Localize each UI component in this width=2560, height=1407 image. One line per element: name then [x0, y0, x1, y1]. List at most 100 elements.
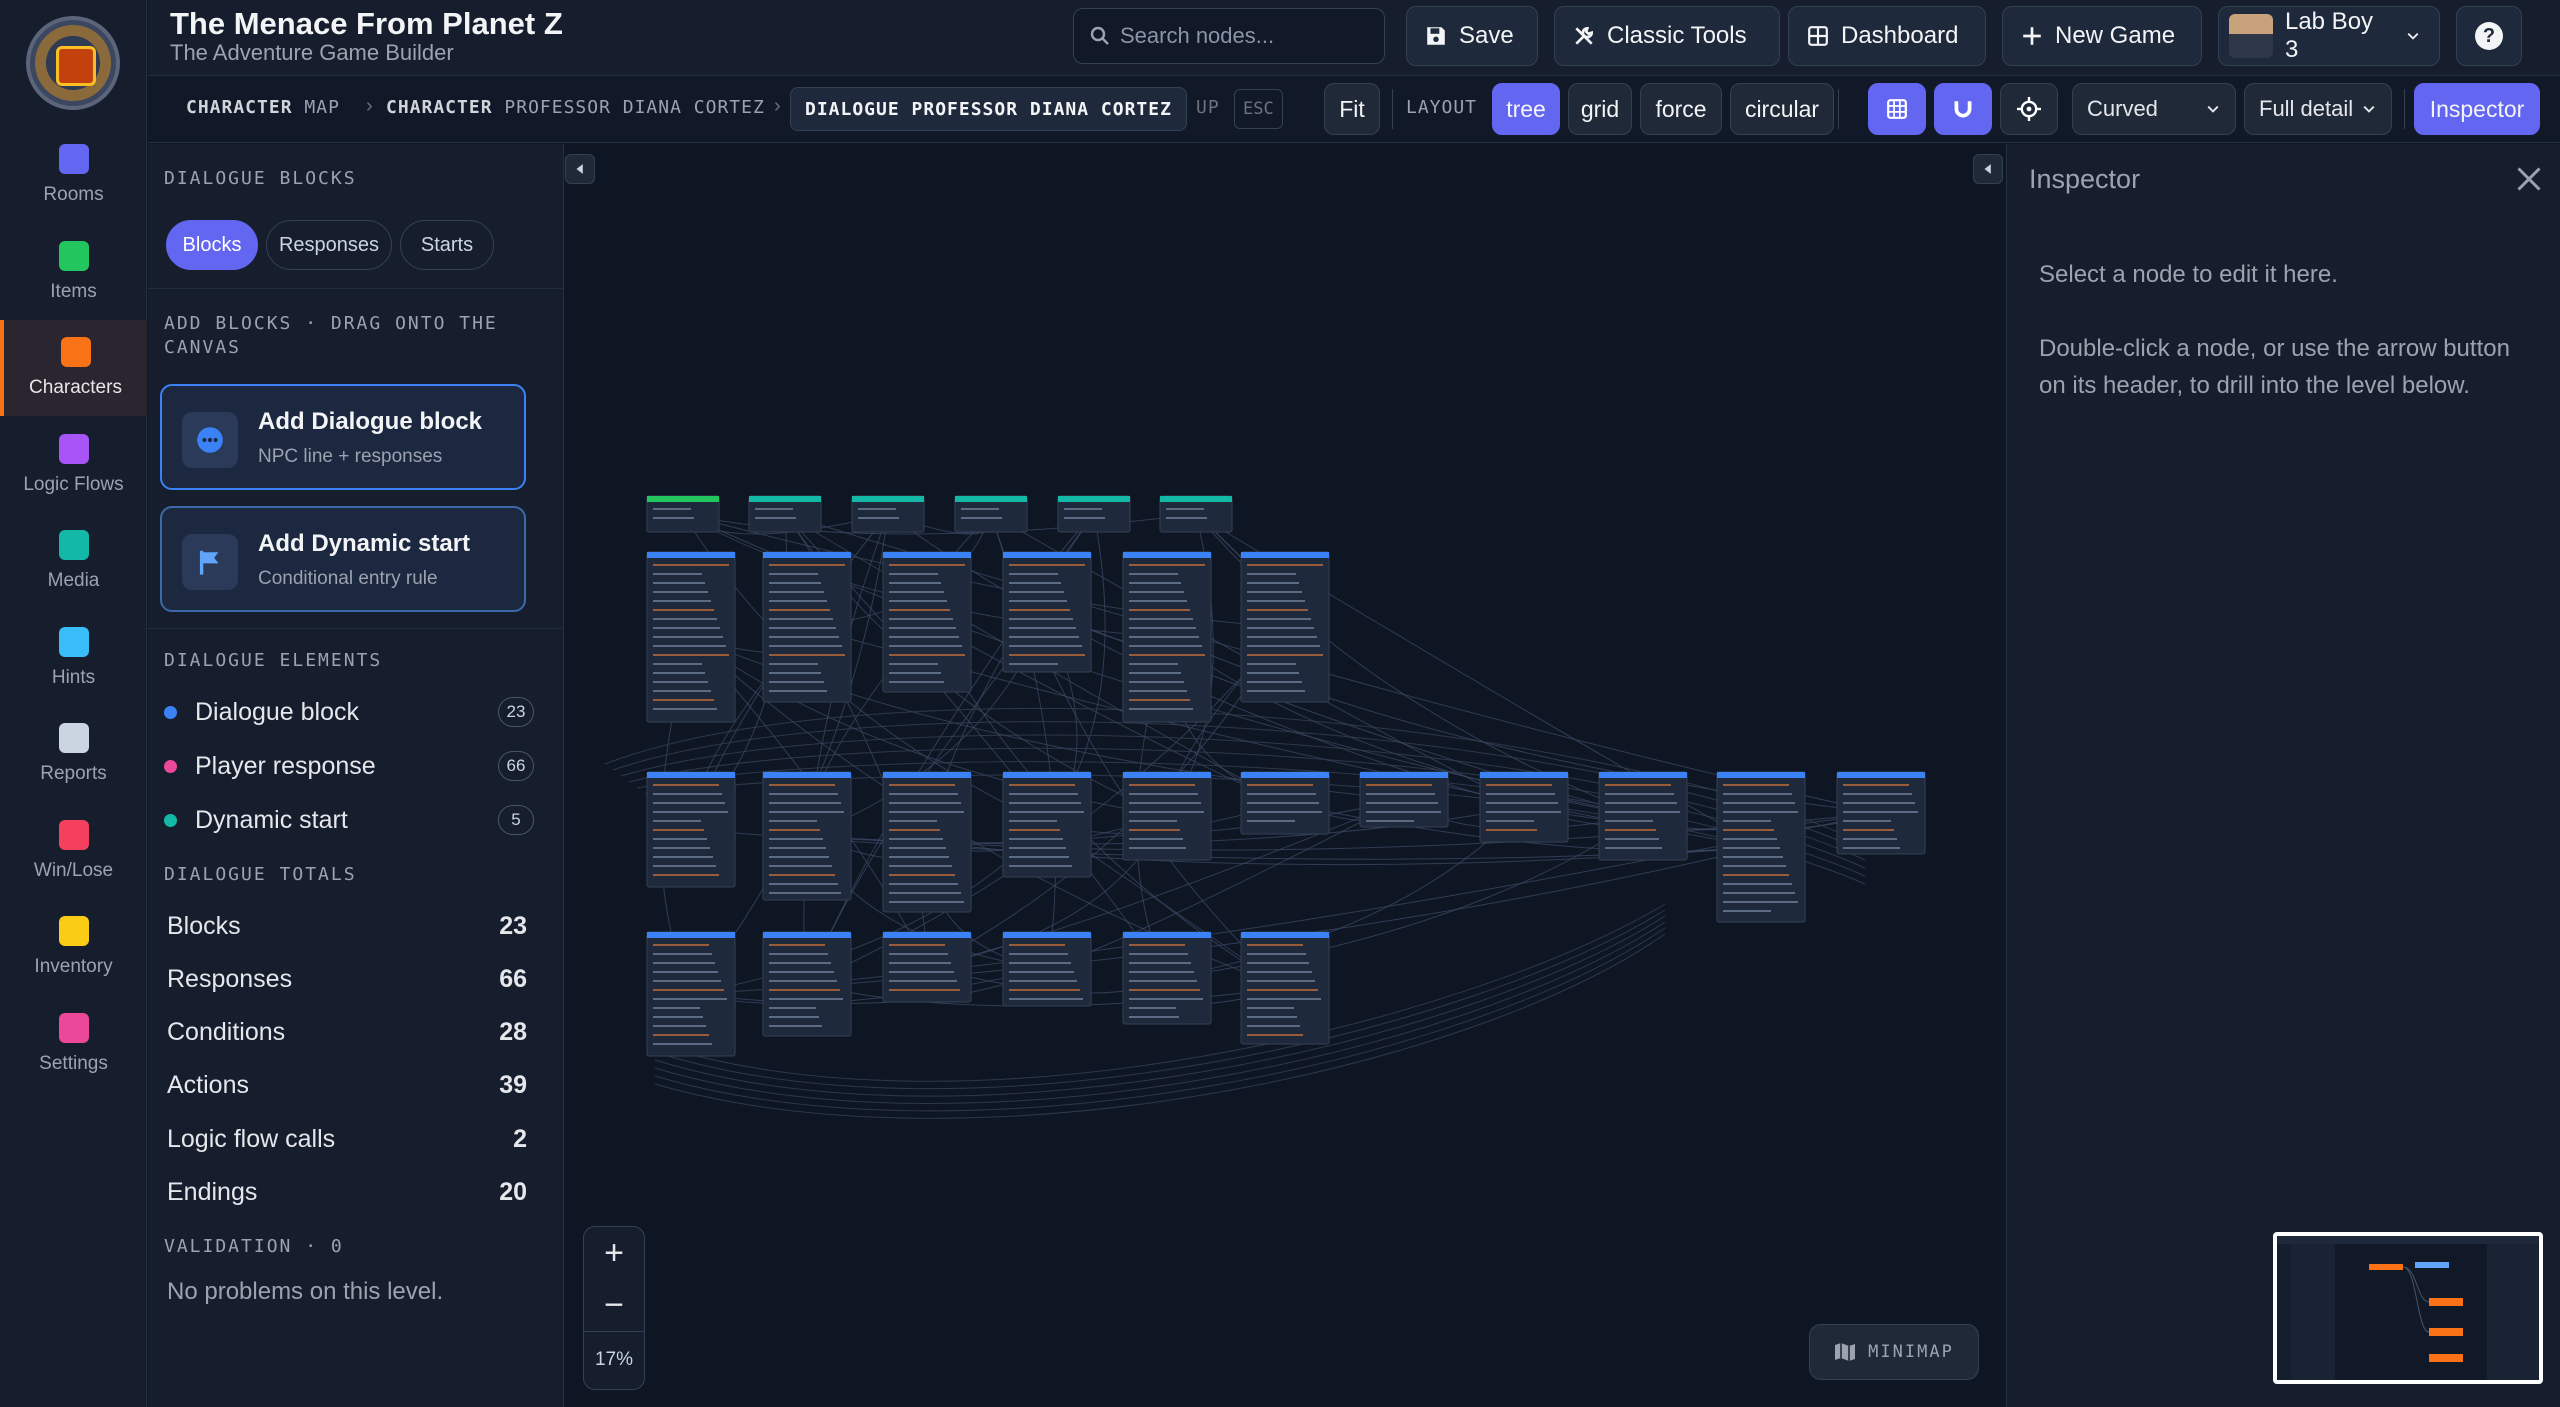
rail-item-settings[interactable]: Settings: [0, 996, 147, 1092]
dashboard-button[interactable]: Dashboard: [1788, 6, 1986, 66]
classic-tools-button[interactable]: Classic Tools: [1554, 6, 1780, 66]
dialogue-node[interactable]: [1359, 771, 1449, 828]
dialogue-node[interactable]: [882, 931, 972, 1003]
save-button[interactable]: Save: [1406, 6, 1538, 66]
layout-tree-button[interactable]: tree: [1492, 83, 1560, 135]
dialogue-graph[interactable]: [565, 144, 2005, 1407]
graph-canvas[interactable]: + − 17% MINIMAP: [565, 144, 2005, 1407]
dialogue-node[interactable]: [1836, 771, 1926, 855]
inspector-toggle-button[interactable]: Inspector: [2414, 83, 2540, 135]
node-text-line: [653, 672, 705, 674]
search-input[interactable]: [1120, 23, 1380, 49]
node-text-line: [653, 690, 711, 692]
dialogue-node[interactable]: [1122, 771, 1212, 861]
collapse-left-panel-button[interactable]: [565, 154, 595, 184]
dialogue-node[interactable]: [1598, 771, 1688, 861]
dialogue-node[interactable]: [882, 551, 972, 693]
rail-item-hints[interactable]: Hints: [0, 610, 147, 706]
dialogue-node[interactable]: [646, 551, 736, 723]
dialogue-node[interactable]: [748, 495, 822, 533]
rail-item-win-lose[interactable]: Win/Lose: [0, 803, 147, 899]
collapse-right-panel-button[interactable]: [1973, 154, 2003, 184]
element-row[interactable]: Dialogue block 23: [164, 690, 534, 734]
dialogue-node[interactable]: [954, 495, 1028, 533]
tab-starts[interactable]: Starts: [400, 220, 494, 270]
totals-title: DIALOGUE TOTALS: [164, 864, 357, 885]
dialogue-node[interactable]: [882, 771, 972, 913]
dialogue-node[interactable]: [1122, 551, 1212, 723]
layout-grid-button[interactable]: grid: [1568, 83, 1632, 135]
tab-blocks[interactable]: Blocks: [166, 220, 258, 270]
node-text-line: [755, 517, 796, 519]
new-game-button[interactable]: New Game: [2002, 6, 2202, 66]
node-text-line: [1605, 829, 1656, 831]
node-text-line: [653, 1034, 709, 1036]
node-text-line: [1129, 573, 1178, 575]
dialogue-node[interactable]: [762, 771, 852, 901]
dialogue-node[interactable]: [1057, 495, 1131, 533]
add-dynamic-start-card[interactable]: Add Dynamic start Conditional entry rule: [160, 506, 526, 612]
node-text-line: [1009, 847, 1066, 849]
layout-force-button[interactable]: force: [1640, 83, 1722, 135]
dialogue-node[interactable]: [1479, 771, 1569, 843]
breadcrumb-character[interactable]: CHARACTER PROFESSOR DIANA CORTEZ: [386, 97, 765, 118]
node-text-line: [1009, 582, 1061, 584]
total-value: 39: [499, 1071, 527, 1100]
rail-item-media[interactable]: Media: [0, 513, 147, 609]
tab-responses[interactable]: Responses: [266, 220, 392, 270]
element-row[interactable]: Player response 66: [164, 744, 534, 788]
node-text-line: [1129, 811, 1204, 813]
magnet-snap-toggle[interactable]: [1934, 83, 1992, 135]
add-dialogue-block-card[interactable]: Add Dialogue block NPC line + responses: [160, 384, 526, 490]
node-text-line: [653, 591, 708, 593]
minimap-toggle-button[interactable]: MINIMAP: [1809, 1324, 1979, 1380]
esc-key-hint[interactable]: ESC: [1234, 89, 1283, 129]
dialogue-node[interactable]: [1716, 771, 1806, 923]
dialogue-node[interactable]: [646, 771, 736, 888]
rail-item-rooms[interactable]: Rooms: [0, 127, 147, 223]
node-text-line: [1247, 627, 1314, 629]
rail-item-characters[interactable]: Characters: [0, 320, 147, 416]
dialogue-node[interactable]: [762, 931, 852, 1037]
grid-snap-toggle[interactable]: [1868, 83, 1926, 135]
up-label[interactable]: UP: [1196, 97, 1220, 118]
rail-item-inventory[interactable]: Inventory: [0, 899, 147, 995]
screenshot-thumbnail[interactable]: [2273, 1232, 2543, 1384]
center-view-button[interactable]: [2000, 83, 2058, 135]
dialogue-node[interactable]: [1240, 551, 1330, 703]
dialogue-node[interactable]: [1002, 771, 1092, 878]
dialogue-node[interactable]: [1122, 931, 1212, 1025]
dialogue-node[interactable]: [1240, 771, 1330, 835]
zoom-out-button[interactable]: −: [584, 1279, 644, 1331]
detail-level-select[interactable]: Full detail: [2244, 83, 2392, 135]
nav-rail: Rooms Items Characters Logic Flows Media Hint…: [0, 0, 147, 1407]
node-body: [762, 771, 852, 901]
node-text-line: [1129, 829, 1180, 831]
breadcrumb-map[interactable]: CHARACTER MAP: [186, 97, 340, 118]
fit-button[interactable]: Fit: [1324, 83, 1380, 135]
dialogue-node[interactable]: [851, 495, 925, 533]
rail-item-label: Items: [50, 280, 97, 302]
dialogue-node[interactable]: [1002, 551, 1092, 673]
edge-style-select[interactable]: Curved: [2072, 83, 2236, 135]
rail-item-logic-flows[interactable]: Logic Flows: [0, 417, 147, 513]
user-menu[interactable]: Lab Boy 3: [2218, 6, 2440, 66]
zoom-in-button[interactable]: +: [584, 1227, 644, 1279]
layout-circular-button[interactable]: circular: [1730, 83, 1834, 135]
app-logo[interactable]: [26, 16, 120, 110]
element-row[interactable]: Dynamic start 5: [164, 798, 534, 842]
dialogue-node[interactable]: [762, 551, 852, 703]
search-box[interactable]: [1073, 8, 1385, 64]
help-button[interactable]: ?: [2456, 6, 2522, 66]
divider: [148, 628, 564, 629]
rail-item-reports[interactable]: Reports: [0, 706, 147, 802]
rail-item-items[interactable]: Items: [0, 224, 147, 320]
dialogue-node[interactable]: [646, 495, 720, 533]
node-text-line: [1723, 820, 1771, 822]
chevron-left-icon: [576, 164, 583, 174]
close-icon[interactable]: [2514, 164, 2544, 194]
dialogue-node[interactable]: [646, 931, 736, 1057]
dialogue-node[interactable]: [1240, 931, 1330, 1045]
dialogue-node[interactable]: [1002, 931, 1092, 1007]
dialogue-node[interactable]: [1159, 495, 1233, 533]
